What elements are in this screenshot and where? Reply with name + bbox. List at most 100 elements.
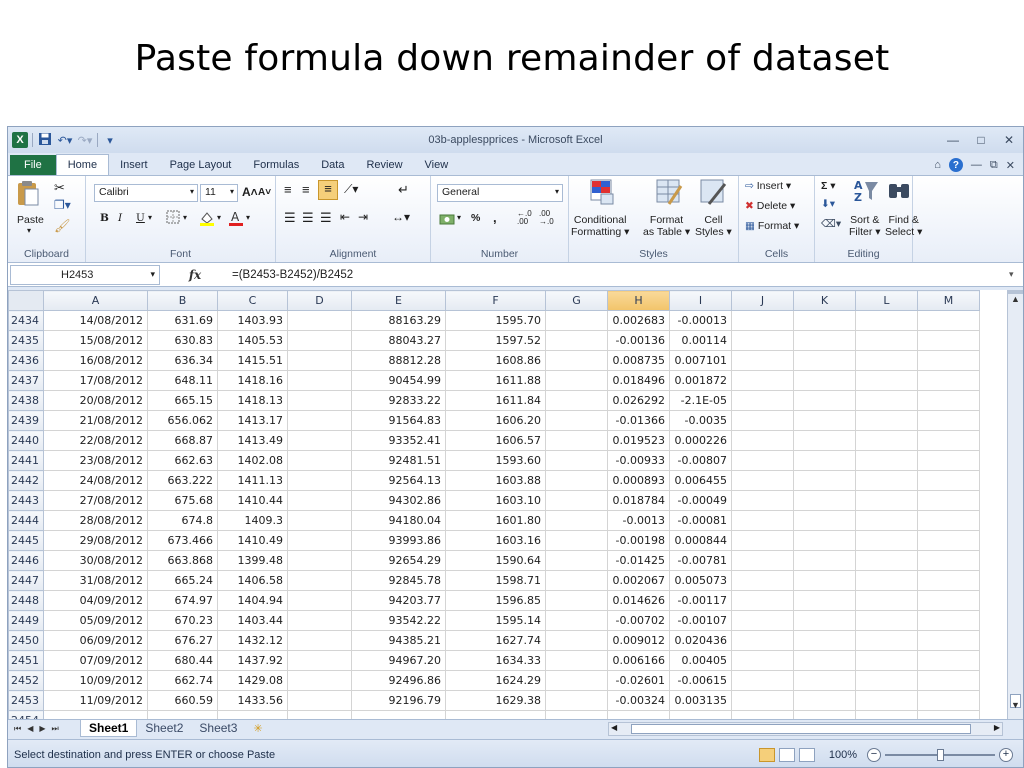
scroll-up-icon[interactable]: ▲ bbox=[1008, 294, 1023, 309]
cell-f2448[interactable]: 1596.85 bbox=[445, 590, 546, 611]
cell-f2439[interactable]: 1606.20 bbox=[445, 410, 546, 431]
column-header-a[interactable]: A bbox=[43, 290, 148, 311]
cell-f2443[interactable]: 1603.10 bbox=[445, 490, 546, 511]
cell-d2446[interactable] bbox=[287, 550, 352, 571]
cell-l2447[interactable] bbox=[855, 570, 918, 591]
grow-font-button[interactable]: A˄ bbox=[242, 185, 258, 199]
cell-i2451[interactable]: 0.00405 bbox=[669, 650, 732, 671]
cell-e2438[interactable]: 92833.22 bbox=[351, 390, 446, 411]
cell-e2448[interactable]: 94203.77 bbox=[351, 590, 446, 611]
cell-b2437[interactable]: 648.11 bbox=[147, 370, 218, 391]
cell-a2451[interactable]: 07/09/2012 bbox=[43, 650, 148, 671]
cell-h2436[interactable]: 0.008735 bbox=[607, 350, 670, 371]
find-select-button[interactable]: Find & Select ▾ bbox=[885, 214, 922, 238]
cell-l2436[interactable] bbox=[855, 350, 918, 371]
paste-button[interactable] bbox=[16, 180, 40, 211]
cell-f2446[interactable]: 1590.64 bbox=[445, 550, 546, 571]
row-header[interactable]: 2439 bbox=[8, 410, 44, 431]
horizontal-scroll-thumb[interactable] bbox=[631, 724, 971, 734]
cell-f2435[interactable]: 1597.52 bbox=[445, 330, 546, 351]
cell-h2437[interactable]: 0.018496 bbox=[607, 370, 670, 391]
tab-data[interactable]: Data bbox=[310, 155, 355, 175]
align-middle-icon[interactable]: ≡ bbox=[302, 182, 310, 197]
cell-d2453[interactable] bbox=[287, 690, 352, 711]
font-size-select[interactable]: 11 ▾ bbox=[200, 184, 238, 202]
cell-i2439[interactable]: -0.0035 bbox=[669, 410, 732, 431]
cell-l2439[interactable] bbox=[855, 410, 918, 431]
cell-m2449[interactable] bbox=[917, 610, 980, 631]
cell-b2446[interactable]: 663.868 bbox=[147, 550, 218, 571]
normal-view-button[interactable] bbox=[758, 747, 775, 762]
cell-h2454[interactable] bbox=[607, 710, 670, 719]
column-header-j[interactable]: J bbox=[731, 290, 794, 311]
row-header[interactable]: 2447 bbox=[8, 570, 44, 591]
undo-icon[interactable]: ↶▾ bbox=[57, 134, 73, 147]
minimize-ribbon-icon[interactable]: ⌂ bbox=[934, 159, 941, 171]
cell-a2450[interactable]: 06/09/2012 bbox=[43, 630, 148, 651]
cell-l2451[interactable] bbox=[855, 650, 918, 671]
scroll-right-icon[interactable]: ▶ bbox=[994, 723, 1000, 732]
cell-a2444[interactable]: 28/08/2012 bbox=[43, 510, 148, 531]
clear-icon[interactable]: ⌫▾ bbox=[821, 218, 841, 230]
cell-a2453[interactable]: 11/09/2012 bbox=[43, 690, 148, 711]
cell-h2448[interactable]: 0.014626 bbox=[607, 590, 670, 611]
cell-m2454[interactable] bbox=[917, 710, 980, 719]
cell-h2452[interactable]: -0.02601 bbox=[607, 670, 670, 691]
cell-m2436[interactable] bbox=[917, 350, 980, 371]
cell-l2445[interactable] bbox=[855, 530, 918, 551]
column-header-d[interactable]: D bbox=[287, 290, 352, 311]
cell-k2435[interactable] bbox=[793, 330, 856, 351]
cell-f2442[interactable]: 1603.88 bbox=[445, 470, 546, 491]
font-color-dropdown-icon[interactable]: ▾ bbox=[246, 213, 250, 222]
cell-f2440[interactable]: 1606.57 bbox=[445, 430, 546, 451]
cell-a2438[interactable]: 20/08/2012 bbox=[43, 390, 148, 411]
cell-a2454[interactable] bbox=[43, 710, 148, 719]
cell-c2454[interactable] bbox=[217, 710, 288, 719]
cell-f2444[interactable]: 1601.80 bbox=[445, 510, 546, 531]
doc-minimize-button[interactable]: — bbox=[971, 159, 982, 171]
cell-m2440[interactable] bbox=[917, 430, 980, 451]
cell-c2436[interactable]: 1415.51 bbox=[217, 350, 288, 371]
merge-center-icon[interactable]: ↔▾ bbox=[392, 210, 410, 224]
cell-m2450[interactable] bbox=[917, 630, 980, 651]
row-header[interactable]: 2438 bbox=[8, 390, 44, 411]
cell-f2447[interactable]: 1598.71 bbox=[445, 570, 546, 591]
cell-e2434[interactable]: 88163.29 bbox=[351, 310, 446, 331]
cell-c2440[interactable]: 1413.49 bbox=[217, 430, 288, 451]
sheet-tab-sheet3[interactable]: Sheet3 bbox=[191, 720, 245, 737]
cell-j2436[interactable] bbox=[731, 350, 794, 371]
cell-d2435[interactable] bbox=[287, 330, 352, 351]
cell-b2439[interactable]: 656.062 bbox=[147, 410, 218, 431]
sort-filter-button[interactable]: Sort & Filter ▾ bbox=[849, 214, 881, 238]
cell-e2444[interactable]: 94180.04 bbox=[351, 510, 446, 531]
font-color-icon[interactable]: A bbox=[228, 209, 244, 230]
cell-i2440[interactable]: 0.000226 bbox=[669, 430, 732, 451]
cell-g2446[interactable] bbox=[545, 550, 608, 571]
cell-a2446[interactable]: 30/08/2012 bbox=[43, 550, 148, 571]
increase-indent-icon[interactable]: ⇥ bbox=[358, 210, 368, 224]
cell-c2445[interactable]: 1410.49 bbox=[217, 530, 288, 551]
cell-h2443[interactable]: 0.018784 bbox=[607, 490, 670, 511]
cell-j2438[interactable] bbox=[731, 390, 794, 411]
cell-m2442[interactable] bbox=[917, 470, 980, 491]
comma-button[interactable]: , bbox=[493, 210, 497, 225]
cell-j2442[interactable] bbox=[731, 470, 794, 491]
row-header[interactable]: 2453 bbox=[8, 690, 44, 711]
borders-icon[interactable] bbox=[166, 210, 180, 227]
cell-i2434[interactable]: -0.00013 bbox=[669, 310, 732, 331]
cell-h2451[interactable]: 0.006166 bbox=[607, 650, 670, 671]
cell-i2436[interactable]: 0.007101 bbox=[669, 350, 732, 371]
cell-j2450[interactable] bbox=[731, 630, 794, 651]
cell-k2437[interactable] bbox=[793, 370, 856, 391]
column-header-b[interactable]: B bbox=[147, 290, 218, 311]
cell-k2442[interactable] bbox=[793, 470, 856, 491]
page-layout-view-button[interactable] bbox=[778, 747, 795, 762]
cell-i2437[interactable]: 0.001872 bbox=[669, 370, 732, 391]
cell-e2446[interactable]: 92654.29 bbox=[351, 550, 446, 571]
wrap-text-icon[interactable]: ↵ bbox=[398, 182, 409, 198]
tab-view[interactable]: View bbox=[414, 155, 460, 175]
cell-i2441[interactable]: -0.00807 bbox=[669, 450, 732, 471]
column-header-e[interactable]: E bbox=[351, 290, 446, 311]
cell-g2453[interactable] bbox=[545, 690, 608, 711]
accounting-dropdown-icon[interactable]: ▾ bbox=[457, 213, 461, 222]
